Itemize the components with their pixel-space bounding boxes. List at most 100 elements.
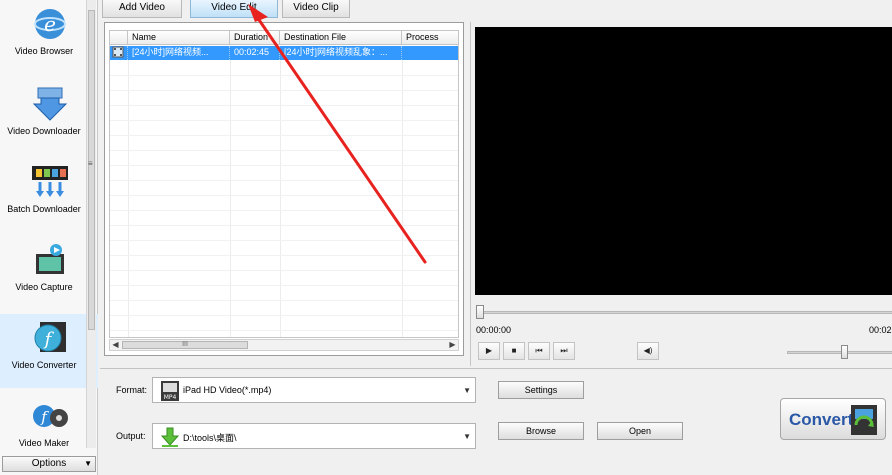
convert-film-icon [851, 405, 877, 435]
options-button[interactable]: Options ▼ [2, 456, 96, 472]
seek-bar[interactable] [477, 311, 892, 314]
column-header-duration[interactable]: Duration [230, 31, 280, 45]
scroll-thumb-grip: III [182, 341, 188, 348]
download-folder-icon [160, 427, 180, 447]
sidebar-item-label: Video Converter [11, 360, 77, 370]
tab-video-clip[interactable]: Video Clip [282, 0, 350, 18]
globe-e-icon: e [34, 9, 66, 39]
current-time: 00:00:00 [476, 325, 512, 335]
scroll-thumb[interactable]: III [122, 341, 248, 349]
grid-line [110, 195, 458, 196]
grid-line [280, 60, 281, 337]
format-value: iPad HD Video(*.mp4) [183, 385, 272, 395]
file-list-panel: Name Duration Destination File Process [… [104, 22, 464, 356]
grid-line [110, 270, 458, 271]
seek-handle[interactable] [476, 305, 484, 319]
stop-icon[interactable]: ■ [503, 342, 525, 360]
sidebar-item-batch-downloader[interactable]: Batch Downloader [0, 158, 98, 232]
grid-line [110, 180, 458, 181]
preview-player: 00:00:00 00:02 ▶ ■ ⏮ ⏭ ◀) [470, 22, 892, 366]
sidebar-scroll-thumb[interactable] [88, 10, 95, 330]
previous-frame-icon[interactable]: ⏮ [528, 342, 550, 360]
settings-button[interactable]: Settings [498, 381, 584, 399]
volume-handle[interactable] [841, 345, 848, 359]
video-camera-film-icon [36, 244, 64, 274]
grid-line [110, 225, 458, 226]
grid-line [230, 60, 231, 337]
cell-name: [24小时]网络视频... [128, 46, 230, 60]
grid-line [110, 90, 458, 91]
tab-add-video[interactable]: Add Video [102, 0, 182, 18]
sidebar-scrollbar[interactable]: ≡ [86, 0, 96, 448]
chevron-down-icon[interactable]: ▼ [463, 432, 471, 441]
total-time: 00:02 [869, 325, 892, 335]
svg-text:e: e [44, 12, 56, 36]
browse-button[interactable]: Browse [498, 422, 584, 440]
convert-label: Convert [789, 410, 854, 429]
sidebar-item-video-converter[interactable]: f Video Converter [0, 314, 98, 388]
sidebar-item-label: Video Capture [15, 282, 73, 292]
format-label: Format: [116, 385, 148, 395]
chevron-down-icon: ▼ [84, 459, 92, 468]
header-icon-column [110, 31, 128, 45]
tab-label: Add Video [119, 2, 165, 13]
table-header: Name Duration Destination File Process [110, 31, 458, 45]
play-icon[interactable]: ▶ [478, 342, 500, 360]
chevron-down-icon[interactable]: ▼ [463, 386, 471, 395]
sidebar-item-label: Video Browser [14, 46, 74, 56]
column-header-destination[interactable]: Destination File [280, 31, 402, 45]
output-path-select[interactable]: D:\tools\桌面\ ▼ [152, 423, 476, 449]
file-list-table[interactable]: Name Duration Destination File Process [… [109, 30, 459, 338]
format-icon-text: MP4 [164, 394, 177, 401]
grid-line [110, 150, 458, 151]
table-row[interactable]: [24小时]网络视频... 00:02:45 [24小时]网络视频乱象：... [110, 46, 458, 60]
format-select[interactable]: MP4 iPad HD Video(*.mp4) ▼ [152, 377, 476, 403]
grid-line [110, 75, 458, 76]
grid-line [110, 105, 458, 106]
output-label: Output: [116, 431, 146, 441]
volume-icon[interactable]: ◀) [637, 342, 659, 360]
sidebar-item-video-maker[interactable]: f Video Maker [0, 392, 98, 466]
sidebar-item-label: Video Maker [18, 438, 70, 448]
film-file-icon [110, 46, 128, 60]
download-arrow-icon [32, 87, 68, 121]
splitter-grip-icon[interactable]: ≡ [88, 160, 95, 170]
sidebar-item-video-downloader[interactable]: Video Downloader [0, 80, 98, 154]
grid-line [110, 120, 458, 121]
grid-line [402, 60, 403, 337]
volume-slider[interactable] [787, 351, 892, 354]
video-preview-screen[interactable] [475, 27, 892, 295]
column-header-process[interactable]: Process [402, 31, 458, 45]
grid-line [110, 240, 458, 241]
tab-label: Video Clip [293, 2, 339, 13]
horizontal-scrollbar[interactable]: ◀ III ▶ [109, 339, 459, 351]
column-header-name[interactable]: Name [128, 31, 230, 45]
playback-controls: ▶ ■ ⏮ ⏭ ◀) [476, 340, 659, 360]
grid-line [110, 315, 458, 316]
grid-line [110, 285, 458, 286]
convert-button[interactable]: Convert [780, 398, 886, 440]
options-label: Options [31, 458, 67, 469]
grid-line [110, 210, 458, 211]
sidebar-item-video-capture[interactable]: Video Capture [0, 236, 98, 310]
next-frame-icon[interactable]: ⏭ [553, 342, 575, 360]
grid-line [110, 135, 458, 136]
output-settings-panel: Format: MP4 iPad HD Video(*.mp4) ▼ Setti… [100, 368, 892, 475]
film-reel-maker-icon: f [33, 405, 68, 427]
mp4-file-icon: MP4 [161, 381, 179, 401]
output-path-value: D:\tools\桌面\ [183, 433, 237, 443]
grid-line [110, 330, 458, 331]
scroll-right-icon[interactable]: ▶ [447, 340, 458, 350]
cell-destination: [24小时]网络视频乱象：... [280, 46, 402, 60]
film-batch-download-icon [32, 166, 68, 197]
sidebar-item-label: Video Downloader [7, 126, 81, 136]
scroll-left-icon[interactable]: ◀ [110, 340, 121, 350]
sidebar-item-label: Batch Downloader [7, 204, 81, 214]
sidebar: e Video Browser Video Downloader Batch D… [0, 0, 98, 475]
open-button[interactable]: Open [597, 422, 683, 440]
tab-video-edit[interactable]: Video Edit [190, 0, 278, 18]
sidebar-item-video-browser[interactable]: e Video Browser [0, 0, 98, 74]
cell-duration: 00:02:45 [230, 46, 280, 60]
grid-line [128, 60, 129, 337]
convert-film-icon: f [34, 322, 66, 352]
